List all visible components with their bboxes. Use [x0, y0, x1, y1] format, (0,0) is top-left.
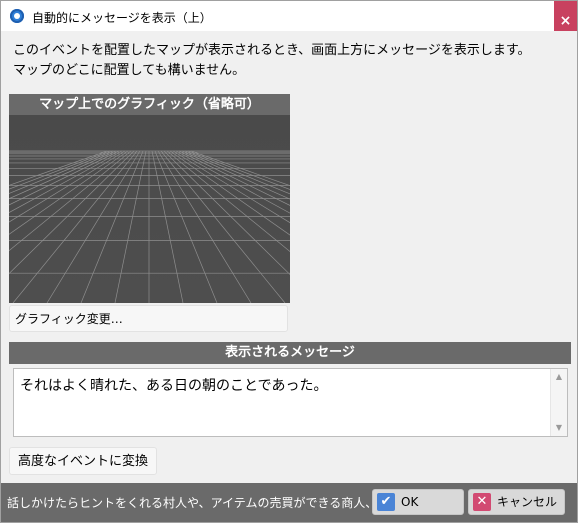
- change-graphic-button[interactable]: グラフィック変更…: [9, 305, 288, 332]
- close-x-icon: ✕: [473, 493, 491, 511]
- ok-button[interactable]: ✔ OK: [372, 489, 464, 515]
- cancel-button[interactable]: ✕ キャンセル: [468, 489, 565, 515]
- ok-label: OK: [401, 495, 419, 509]
- check-icon: ✔: [377, 493, 395, 511]
- convert-advanced-event-button[interactable]: 高度なイベントに変換: [9, 447, 157, 475]
- graphic-preview[interactable]: [9, 115, 290, 303]
- hint-text: 話しかけたらヒントをくれる村人や、アイテムの売買ができる商人、お金: [7, 496, 369, 510]
- message-text: それはよく晴れた、ある日の朝のことであった。: [20, 378, 328, 394]
- graphic-header: マップ上でのグラフィック（省略可）: [9, 94, 290, 115]
- description-line-1: このイベントを配置したマップが表示されるとき、画面上方にメッセージを表示します。: [13, 43, 531, 58]
- description: このイベントを配置したマップが表示されるとき、画面上方にメッセージを表示します。…: [13, 41, 531, 81]
- bottom-bar: 話しかけたらヒントをくれる村人や、アイテムの売買ができる商人、お金 ✔ OK ✕…: [1, 483, 577, 522]
- preview-background: [9, 115, 290, 303]
- message-textarea[interactable]: それはよく晴れた、ある日の朝のことであった。 ▲ ▼: [13, 368, 568, 437]
- title-bar: 自動的にメッセージを表示（上） ×: [1, 1, 577, 31]
- scroll-up-icon[interactable]: ▲: [551, 369, 567, 385]
- close-button[interactable]: ×: [554, 1, 577, 31]
- window-title: 自動的にメッセージを表示（上）: [32, 11, 212, 25]
- description-line-2: マップのどこに配置しても構いません。: [13, 63, 246, 78]
- dialog-window: 自動的にメッセージを表示（上） × このイベントを配置したマップが表示されるとき…: [0, 0, 578, 523]
- app-gear-icon: [10, 9, 24, 23]
- scroll-down-icon[interactable]: ▼: [551, 420, 567, 436]
- cancel-label: キャンセル: [497, 495, 558, 509]
- message-scrollbar[interactable]: ▲ ▼: [550, 369, 567, 436]
- graphic-panel: マップ上でのグラフィック（省略可）: [9, 94, 290, 303]
- message-header: 表示されるメッセージ: [9, 342, 571, 364]
